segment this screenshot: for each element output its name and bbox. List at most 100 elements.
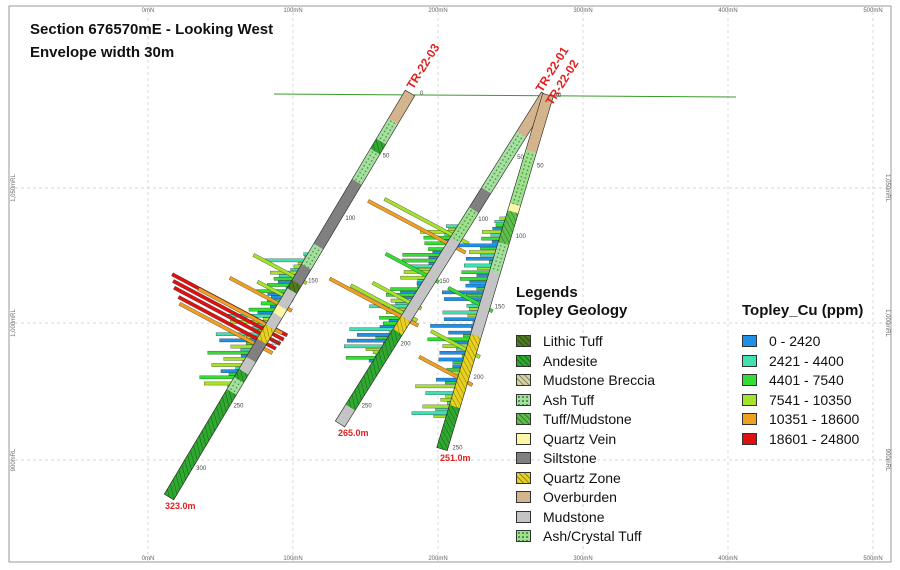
topography-surface [273,93,737,98]
depth-marker: 250 [452,446,463,452]
cu-legend-item: 10351 - 18600 [742,410,859,428]
left-axis-label: 1,000mRL [11,308,17,336]
cross-section-plot: 0mN 0mN 100mN 100mN 200mN 200mN 300mN 300mN 400m… [8,5,892,563]
depth-marker: 200 [474,375,485,381]
cu-swatch [742,354,757,367]
top-axis-label: 200mN [428,8,447,14]
cu-range-label: 0 - 2420 [769,333,821,349]
legend-heading: Legends [516,284,578,301]
right-axis-label: 900mRL [884,449,890,472]
geology-legend-item: Ash Tuff [516,391,594,409]
geology-legend-item: Mudstone Breccia [516,371,655,389]
bottom-axis-label: 400mN [718,556,737,562]
geology-swatch [516,335,531,347]
cu-swatch [742,335,757,347]
axis-labels: 0mN 0mN 100mN 100mN 200mN 200mN 300mN 300mN 400m… [11,8,890,562]
cu-swatch [742,393,757,406]
envelope-width: Envelope width 30m [30,44,175,61]
geology-label: Quartz Vein [543,430,617,447]
geology-swatch [516,452,531,464]
cu-range-label: 4401 - 7540 [769,372,844,388]
cu-legend-title: Topley_Cu (ppm) [742,302,864,319]
depth-marker: 0 [420,91,424,97]
hole-id-label: TR-22-03 [404,41,443,92]
depth-marker: 50 [383,154,390,160]
top-axis-label: 500mN [863,8,882,14]
cu-range-label: 10351 - 18600 [769,411,860,427]
section-view: 0mN 0mN 100mN 100mN 200mN 200mN 300mN 300mN 400m… [0,0,900,570]
geology-label: Overburden [543,489,617,505]
geology-interval [313,179,362,250]
geology-legend-title: Topley Geology [516,302,628,319]
geology-legend-item: Quartz Vein [516,430,616,448]
frame [8,5,892,563]
top-axis-label: 0mN [142,8,155,14]
depth-marker: 150 [495,305,506,311]
cu-legend-item: 18601 - 24800 [742,430,859,448]
hole-end-depth: 265.0m [338,428,369,438]
topography-line [273,93,737,98]
cu-bar [430,324,479,328]
bottom-axis-label: 500mN [863,556,882,562]
geology-swatch [516,471,531,484]
geology-label: Tuff/Mudstone [543,411,632,427]
depth-marker: 100 [516,234,527,240]
cu-legend-item: 2421 - 4400 [742,352,844,370]
cu-legend-item: 4401 - 7540 [742,371,844,389]
bottom-axis-label: 300mN [573,556,592,562]
geology-swatch [516,413,531,425]
geology-legend-item: Lithic Tuff [516,332,603,350]
geology-swatch [516,374,531,386]
cu-range-label: 18601 - 24800 [769,430,860,447]
depth-marker: 200 [401,341,412,347]
cu-bar [349,327,400,331]
geology-label: Quartz Zone [543,469,621,486]
bottom-axis-label: 0mN [142,556,155,562]
grid [9,6,891,562]
geology-interval [469,187,491,214]
geology-label: Andesite [543,352,598,369]
cu-range-label: 2421 - 4400 [769,352,844,369]
depth-marker: 50 [517,155,524,161]
depth-marker: 250 [362,403,373,409]
geology-swatch [516,354,531,367]
geology-swatch [516,432,531,445]
depth-marker: 100 [345,216,356,222]
geology-label: Lithic Tuff [543,333,603,349]
geology-label: Ash/Crystal Tuff [543,528,642,544]
hole-end-depth: 323.0m [165,501,196,511]
geology-pattern [376,118,398,145]
geology-label: Mudstone Breccia [543,372,656,388]
top-axis-label: 100mN [283,8,302,14]
section-title: Section 676570mE - Looking West [30,21,274,38]
bottom-axis-label: 200mN [428,556,447,562]
top-axis-label: 300mN [573,8,592,14]
top-axis-label: 400mN [718,8,737,14]
left-axis-label: 1,050mRL [11,173,17,201]
cu-swatch [742,374,757,386]
cu-bar [455,243,504,248]
depth-marker: 50 [537,164,544,170]
depth-marker: 100 [478,217,489,223]
geology-swatch [516,393,531,406]
geology-legend-item: Overburden [516,488,617,506]
cu-bar [415,384,461,389]
cu-swatch [742,432,757,445]
depth-marker: 150 [308,279,319,285]
cu-bar [441,290,489,295]
geology-legend-item: Quartz Zone [516,469,621,487]
bottom-axis-label: 100mN [283,556,302,562]
right-axis-label: 1,050mRL [884,174,890,202]
geology-swatch [516,491,531,503]
geology-legend-item: Andesite [516,352,597,370]
map-border [8,5,892,563]
geology-label: Ash Tuff [543,391,595,408]
cu-legend-item: 7541 - 10350 [742,391,852,409]
geology-legend-item: Mudstone [516,508,604,526]
geology-swatch [516,530,531,542]
geology-label: Mudstone [543,508,605,525]
geology-pattern [164,389,237,500]
depth-marker: 150 [439,279,450,285]
cu-legend-item: 0 - 2420 [742,332,820,350]
hole-end-depth: 251.0m [440,453,471,463]
